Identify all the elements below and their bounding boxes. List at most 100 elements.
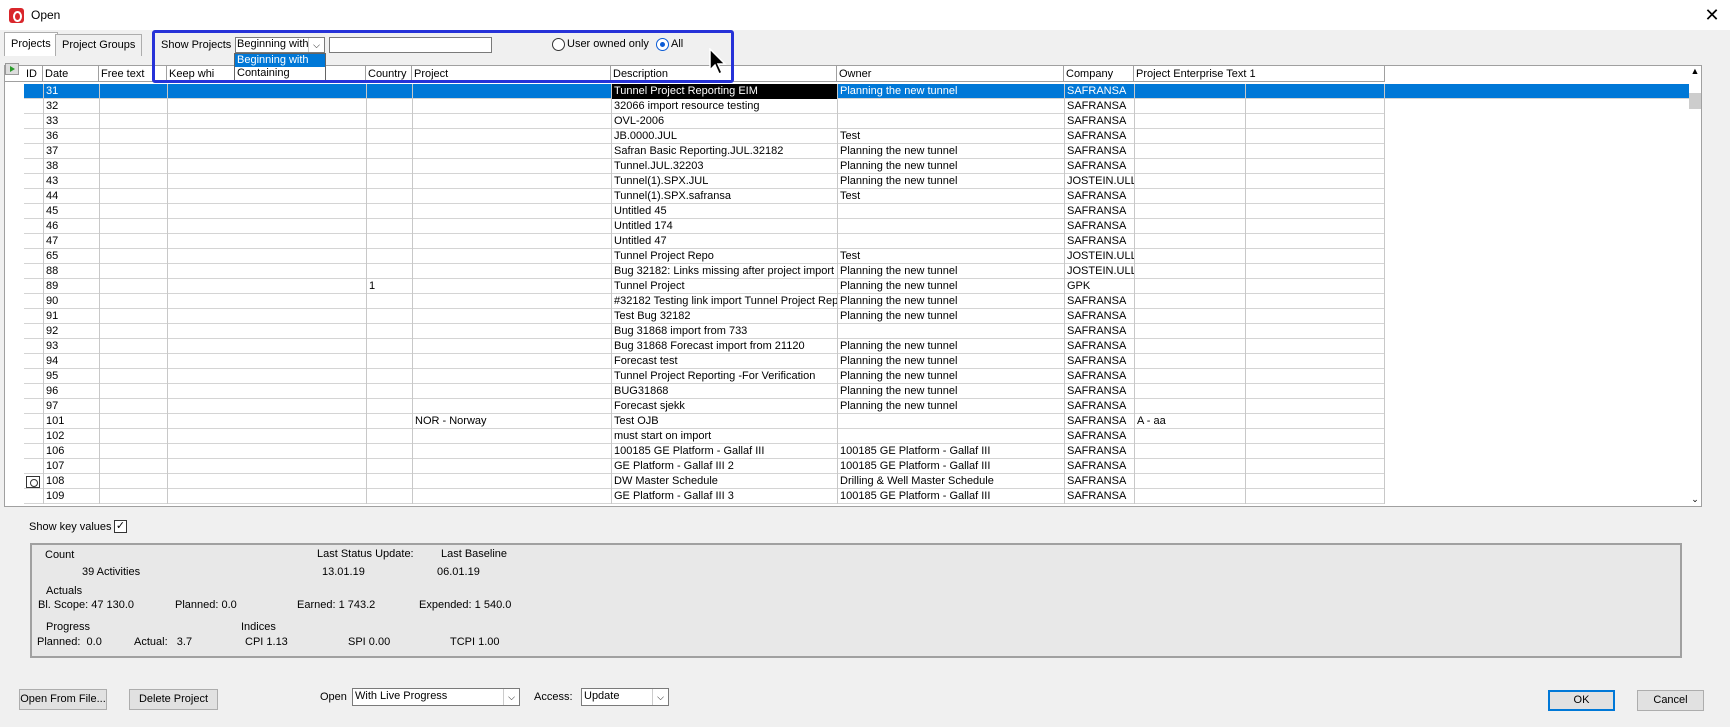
row-selector[interactable] <box>24 369 44 384</box>
table-row[interactable]: 37 Safran Basic Reporting.JUL.32182 Planni… <box>24 144 1385 159</box>
cell-keep <box>367 459 413 474</box>
table-row[interactable]: 91 Test Bug 32182 Planning the new tunnel S… <box>24 309 1385 324</box>
table-row[interactable]: 90 #32182 Testing link import Tunnel Proj… <box>24 294 1385 309</box>
table-row[interactable]: 89 1 Tunnel Project Planning the new tunnel… <box>24 279 1385 294</box>
row-selector[interactable] <box>24 99 44 114</box>
column-header-company[interactable]: Company <box>1064 66 1134 82</box>
tab-projects[interactable]: Projects <box>4 32 58 56</box>
cell-company <box>1135 84 1246 99</box>
tab-project-groups[interactable]: Project Groups <box>55 34 143 56</box>
row-selector[interactable] <box>24 444 44 459</box>
cell-company <box>1135 459 1246 474</box>
row-selector[interactable] <box>24 159 44 174</box>
cell-country <box>413 159 612 174</box>
show-key-values-checkbox[interactable]: ✓ <box>114 520 127 533</box>
row-selector[interactable] <box>24 489 44 504</box>
table-row[interactable]: 96 BUG31868 Planning the new tunnel SAFRANS… <box>24 384 1385 399</box>
chevron-down-icon[interactable]: ⌵ <box>503 689 519 705</box>
table-row[interactable]: 88 Bug 32182: Links missing after project… <box>24 264 1385 279</box>
open-from-file-button[interactable]: Open From File... <box>19 689 107 710</box>
cell-id: 109 <box>44 489 100 504</box>
table-row[interactable]: 109 GE Platform - Gallaf III 3 100185 GE P… <box>24 489 1385 504</box>
cell-free-text <box>168 444 367 459</box>
cell-date <box>100 399 168 414</box>
table-row[interactable]: 106 100185 GE Platform - Gallaf III 100185… <box>24 444 1385 459</box>
cell-date <box>100 159 168 174</box>
chevron-down-icon[interactable]: ⌵ <box>652 689 668 705</box>
row-selector[interactable] <box>24 414 44 429</box>
table-row[interactable]: 32 32066 import resource testing SAFRANSA <box>24 99 1385 114</box>
row-selector[interactable] <box>24 84 44 99</box>
actuals-heading: Actuals <box>46 585 83 597</box>
close-window-button[interactable]: ✕ <box>1694 0 1730 30</box>
cell-date <box>100 129 168 144</box>
cell-company <box>1135 354 1246 369</box>
row-selector[interactable] <box>24 429 44 444</box>
row-selector[interactable] <box>24 234 44 249</box>
row-selector[interactable] <box>24 324 44 339</box>
delete-project-button[interactable]: Delete Project <box>129 689 218 710</box>
table-row[interactable]: 44 Tunnel(1).SPX.safransa Test SAFRANSA <box>24 189 1385 204</box>
grid-menu-arrow-icon[interactable] <box>5 63 19 75</box>
ok-button[interactable]: OK <box>1548 690 1615 711</box>
table-row[interactable]: 43 Tunnel(1).SPX.JUL Planning the new tunn… <box>24 174 1385 189</box>
table-row[interactable]: 36 JB.0000.JUL Test SAFRANSA <box>24 129 1385 144</box>
row-selector[interactable] <box>24 174 44 189</box>
table-row[interactable]: 94 Forecast test Planning the new tunnel SA… <box>24 354 1385 369</box>
row-selector[interactable] <box>24 309 44 324</box>
table-row[interactable]: 65 Tunnel Project Repo Test JOSTEIN.ULL <box>24 249 1385 264</box>
cell-project: Forecast test <box>612 354 838 369</box>
table-row[interactable]: 47 Untitled 47 SAFRANSA <box>24 234 1385 249</box>
row-selector[interactable] <box>24 249 44 264</box>
table-row[interactable]: 107 GE Platform - Gallaf III 2 100185 GE P… <box>24 459 1385 474</box>
cell-id: 31 <box>44 84 100 99</box>
column-header-date[interactable]: Date <box>43 66 99 82</box>
table-row[interactable]: 101 NOR - Norway Test OJB SAFRANSA A - aa <box>24 414 1385 429</box>
column-header-id[interactable]: ID <box>24 66 43 82</box>
row-selector[interactable] <box>24 129 44 144</box>
cancel-button[interactable]: Cancel <box>1637 690 1704 711</box>
table-row[interactable]: 92 Bug 31868 import from 733 SAFRANSA <box>24 324 1385 339</box>
cell-project: 32066 import resource testing <box>612 99 838 114</box>
cell-free-text <box>168 204 367 219</box>
cell-owner: SAFRANSA <box>1065 369 1135 384</box>
table-row[interactable]: 95 Tunnel Project Reporting -For Verifica… <box>24 369 1385 384</box>
table-row[interactable]: 102 must start on import SAFRANSA <box>24 429 1385 444</box>
row-selector[interactable] <box>24 189 44 204</box>
cell-description: Planning the new tunnel <box>838 384 1065 399</box>
table-row[interactable]: 33 OVL-2006 SAFRANSA <box>24 114 1385 129</box>
row-selector[interactable] <box>24 384 44 399</box>
row-selector[interactable] <box>24 204 44 219</box>
cell-description: Planning the new tunnel <box>838 369 1065 384</box>
row-selector[interactable] <box>24 459 44 474</box>
table-row[interactable]: 97 Forecast sjekk Planning the new tunnel S… <box>24 399 1385 414</box>
cell-enterprise-text <box>1246 399 1385 414</box>
row-selector[interactable] <box>24 279 44 294</box>
row-selector[interactable] <box>24 219 44 234</box>
row-selector[interactable] <box>24 114 44 129</box>
column-header-enterprise-text[interactable]: Project Enterprise Text 1 <box>1134 66 1385 82</box>
row-selector[interactable] <box>24 399 44 414</box>
vertical-scrollbar-thumb[interactable] <box>1689 93 1701 109</box>
cell-company <box>1135 114 1246 129</box>
table-row[interactable]: 31 Tunnel Project Reporting EIM Planning t… <box>24 84 1689 99</box>
row-selector[interactable] <box>24 354 44 369</box>
table-row[interactable]: 45 Untitled 45 SAFRANSA <box>24 204 1385 219</box>
cell-keep <box>367 249 413 264</box>
column-header-owner[interactable]: Owner <box>837 66 1064 82</box>
row-selector[interactable] <box>24 144 44 159</box>
cell-project: Tunnel Project Repo <box>612 249 838 264</box>
table-row[interactable]: 46 Untitled 174 SAFRANSA <box>24 219 1385 234</box>
scroll-up-arrow-icon[interactable]: ▲ <box>1688 66 1702 80</box>
cell-country <box>413 279 612 294</box>
cell-id: 88 <box>44 264 100 279</box>
scroll-down-arrow-icon[interactable]: ⌄ <box>1688 494 1702 508</box>
table-row[interactable]: 38 Tunnel.JUL.32203 Planning the new tunne… <box>24 159 1385 174</box>
table-row[interactable]: 93 Bug 31868 Forecast import from 21120 Pl… <box>24 339 1385 354</box>
row-selector[interactable] <box>24 264 44 279</box>
row-selector[interactable] <box>24 339 44 354</box>
cell-date <box>100 264 168 279</box>
table-row[interactable]: 108 DW Master Schedule Drilling & Well Mas… <box>24 474 1385 489</box>
row-selector[interactable] <box>24 294 44 309</box>
cell-free-text <box>168 474 367 489</box>
